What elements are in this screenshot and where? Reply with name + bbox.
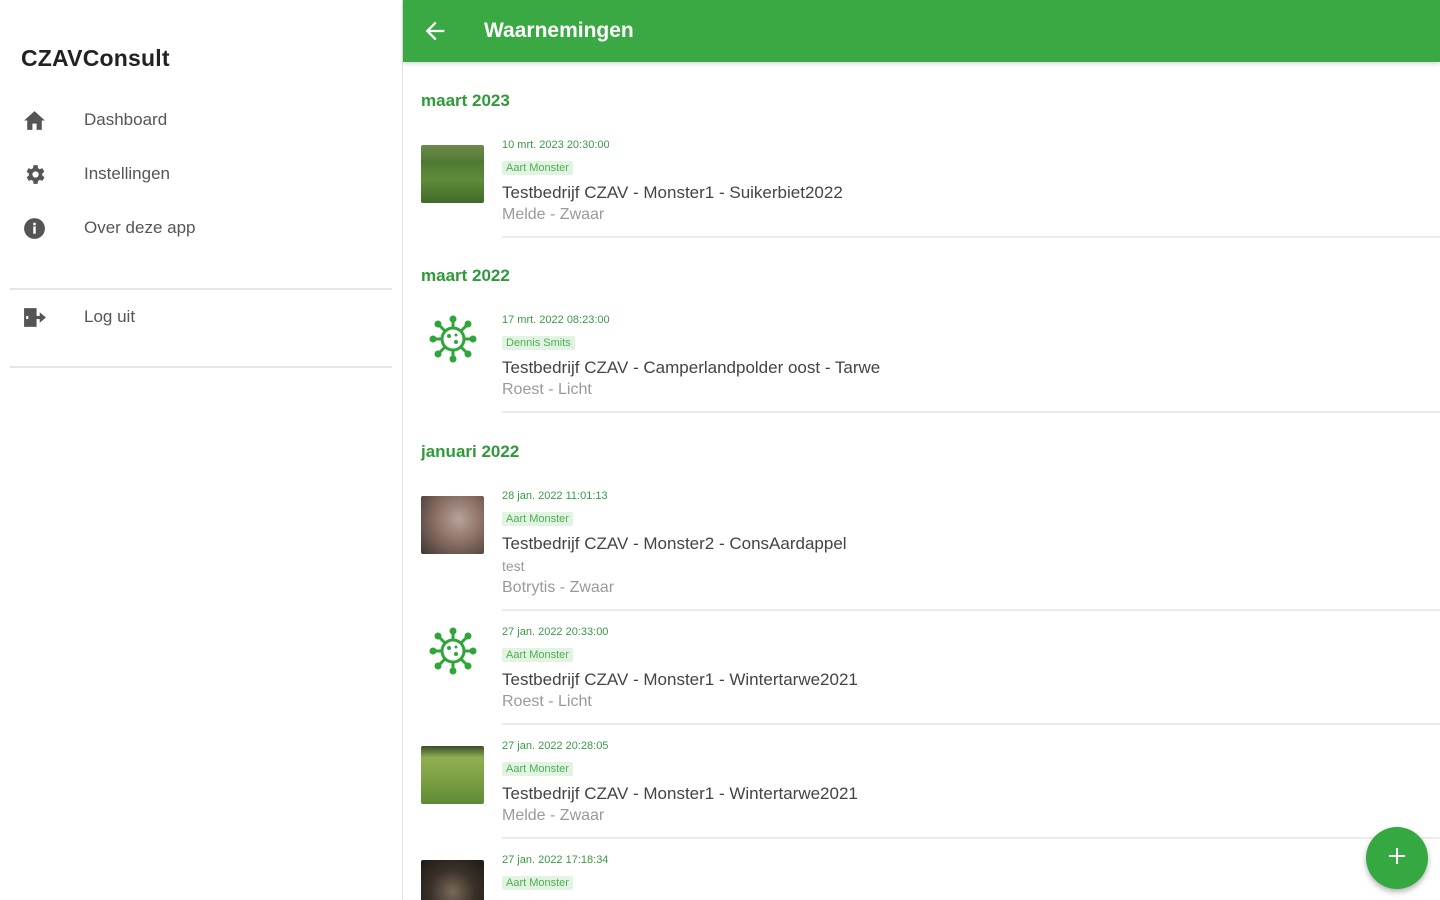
observation-photo xyxy=(421,496,484,554)
divider xyxy=(502,411,1440,413)
plus-icon xyxy=(1385,844,1409,873)
sidebar-item-instellingen[interactable]: Instellingen xyxy=(0,154,402,194)
page-title: Waarnemingen xyxy=(484,19,634,42)
divider xyxy=(502,609,1440,611)
observation-photo xyxy=(421,860,484,900)
observation-date: 17 mrt. 2022 08:23:00 xyxy=(502,314,610,326)
author-badge: Aart Monster xyxy=(502,648,573,662)
app-bar: Waarnemingen xyxy=(403,0,1440,62)
back-arrow-icon[interactable] xyxy=(421,17,449,45)
observation-date: 27 jan. 2022 20:28:05 xyxy=(502,740,609,752)
observation-title: Testbedrijf CZAV - Monster1 - Wintertarw… xyxy=(502,670,858,689)
list-item[interactable]: 27 jan. 2022 17:18:34 Aart Monster xyxy=(403,847,1440,900)
observation-detail: Roest - Licht xyxy=(502,693,592,710)
observation-detail: Botrytis - Zwaar xyxy=(502,579,615,596)
sidebar-item-label: Over deze app xyxy=(84,218,196,237)
list-item[interactable]: 17 mrt. 2022 08:23:00 Dennis Smits Testb… xyxy=(403,307,1440,415)
virus-icon xyxy=(429,315,477,363)
add-observation-button[interactable] xyxy=(1366,827,1428,889)
gear-icon xyxy=(22,162,47,187)
section-heading: januari 2022 xyxy=(421,442,520,461)
author-badge: Dennis Smits xyxy=(502,336,575,350)
list-item[interactable]: 10 mrt. 2023 20:30:00 Aart Monster Testb… xyxy=(403,132,1440,240)
list-item[interactable]: 28 jan. 2022 11:01:13 Aart Monster Testb… xyxy=(403,483,1440,613)
observation-photo xyxy=(421,746,484,804)
sidebar-item-label: Log uit xyxy=(84,307,136,326)
observation-title: Testbedrijf CZAV - Monster1 - Wintertarw… xyxy=(502,784,858,803)
section-heading: maart 2023 xyxy=(421,91,510,110)
observation-date: 28 jan. 2022 11:01:13 xyxy=(502,490,608,502)
logout-icon xyxy=(22,305,47,330)
observation-detail: Melde - Zwaar xyxy=(502,206,605,223)
author-badge: Aart Monster xyxy=(502,512,573,526)
divider xyxy=(502,837,1440,839)
observation-detail: Roest - Licht xyxy=(502,381,592,398)
list-item[interactable]: 27 jan. 2022 20:33:00 Aart Monster Testb… xyxy=(403,619,1440,727)
info-icon xyxy=(22,216,47,241)
observation-title: Testbedrijf CZAV - Monster1 - Suikerbiet… xyxy=(502,183,843,202)
observation-title: Testbedrijf CZAV - Camperlandpolder oost… xyxy=(502,358,881,377)
sidebar-item-label: Instellingen xyxy=(84,164,171,183)
observation-date: 10 mrt. 2023 20:30:00 xyxy=(502,139,610,151)
divider xyxy=(10,288,392,290)
sidebar-item-label: Dashboard xyxy=(84,110,168,129)
app-title: CZAVConsult xyxy=(21,45,170,71)
observation-detail: Melde - Zwaar xyxy=(502,807,605,824)
virus-icon xyxy=(429,627,477,675)
divider xyxy=(10,366,392,368)
sidebar-item-over-deze-app[interactable]: Over deze app xyxy=(0,208,402,248)
section-heading: maart 2022 xyxy=(421,266,510,285)
sidebar-item-log-uit[interactable]: Log uit xyxy=(0,297,402,337)
divider xyxy=(502,723,1440,725)
author-badge: Aart Monster xyxy=(502,161,573,175)
author-badge: Aart Monster xyxy=(502,762,573,776)
observation-note: test xyxy=(502,558,525,574)
observation-date: 27 jan. 2022 20:33:00 xyxy=(502,626,609,638)
sidebar-item-dashboard[interactable]: Dashboard xyxy=(0,100,402,140)
divider xyxy=(502,236,1440,238)
home-icon xyxy=(22,108,47,133)
navigation-drawer: CZAVConsult Dashboard Instellingen Over … xyxy=(0,0,403,900)
observation-list: maart 2023 10 mrt. 2023 20:30:00 Aart Mo… xyxy=(403,62,1440,900)
observation-photo xyxy=(421,145,484,203)
author-badge: Aart Monster xyxy=(502,876,573,890)
observation-title: Testbedrijf CZAV - Monster2 - ConsAardap… xyxy=(502,534,847,553)
observation-date: 27 jan. 2022 17:18:34 xyxy=(502,854,609,866)
list-item[interactable]: 27 jan. 2022 20:28:05 Aart Monster Testb… xyxy=(403,733,1440,841)
